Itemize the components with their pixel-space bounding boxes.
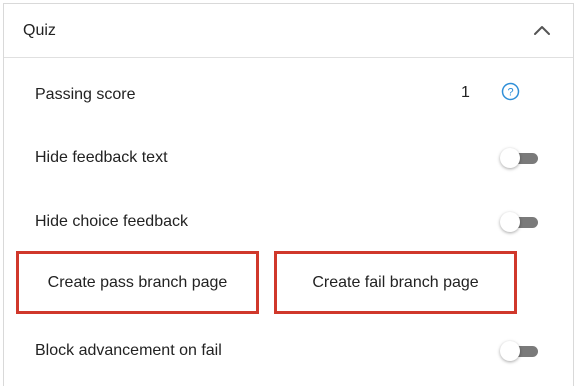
hide-feedback-text-toggle[interactable]: [500, 148, 538, 168]
create-fail-branch-button[interactable]: Create fail branch page: [274, 251, 517, 314]
hide-feedback-text-label: Hide feedback text: [35, 149, 168, 166]
quiz-panel-header[interactable]: Quiz: [4, 4, 573, 58]
panel-title: Quiz: [23, 22, 56, 39]
block-advancement-toggle[interactable]: [500, 341, 538, 361]
help-icon[interactable]: ?: [501, 82, 520, 101]
hide-choice-feedback-toggle[interactable]: [500, 212, 538, 232]
svg-text:?: ?: [507, 87, 513, 99]
create-pass-branch-button[interactable]: Create pass branch page: [16, 251, 259, 314]
toggle-knob: [500, 212, 520, 232]
toggle-knob: [500, 341, 520, 361]
block-advancement-label: Block advancement on fail: [35, 342, 222, 359]
passing-score-label: Passing score: [35, 86, 136, 103]
hide-choice-feedback-label: Hide choice feedback: [35, 213, 188, 230]
passing-score-value[interactable]: 1: [461, 84, 470, 102]
chevron-up-icon[interactable]: [533, 24, 551, 36]
quiz-settings-panel: Quiz: [3, 3, 574, 386]
toggle-knob: [500, 148, 520, 168]
